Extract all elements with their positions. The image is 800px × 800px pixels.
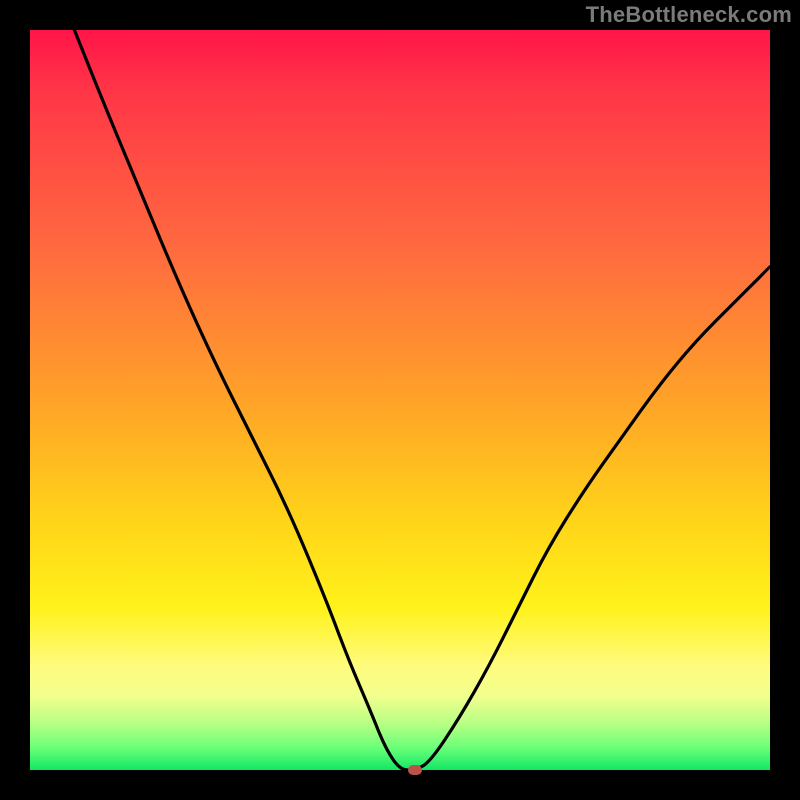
watermark-text: TheBottleneck.com (586, 2, 792, 28)
bottleneck-curve (30, 30, 770, 770)
chart-frame: TheBottleneck.com (0, 0, 800, 800)
plot-area (30, 30, 770, 770)
curve-path (74, 30, 770, 770)
minimum-marker (408, 765, 422, 775)
